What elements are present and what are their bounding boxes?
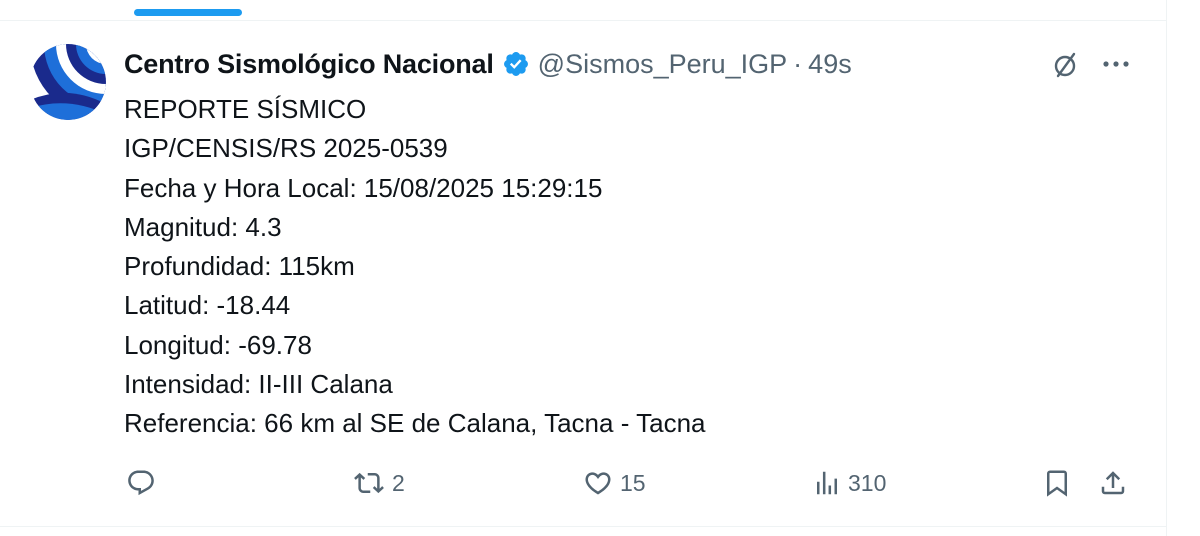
reply-button[interactable] — [126, 468, 162, 498]
share-icon — [1101, 471, 1125, 495]
divider-right — [1166, 0, 1167, 536]
bookmark-button[interactable] — [1042, 468, 1072, 498]
divider-top — [0, 20, 1166, 21]
report-magnitude: Magnitud: 4.3 — [124, 211, 282, 242]
report-title: REPORTE SÍSMICO — [124, 94, 367, 124]
heart-icon — [585, 472, 611, 495]
tweet-actions: 2 15 310 — [0, 466, 1166, 502]
grok-icon[interactable] — [1050, 50, 1080, 85]
retweet-count: 2 — [392, 469, 405, 496]
tweet-text: REPORTE SÍSMICO IGP/CENSIS/RS 2025-0539 … — [124, 90, 1124, 444]
separator-dot: · — [793, 48, 803, 79]
avatar[interactable] — [30, 44, 106, 120]
display-name[interactable]: Centro Sismológico Nacional — [124, 49, 494, 80]
verified-badge-icon — [502, 50, 530, 78]
timestamp[interactable]: 49s — [808, 49, 852, 80]
reply-icon — [128, 470, 154, 496]
report-intensity: Intensidad: II-III Calana — [124, 369, 393, 400]
report-datetime: Fecha y Hora Local: 15/08/2025 15:29:15 — [124, 172, 603, 203]
more-icon[interactable] — [1100, 50, 1132, 85]
igp-logo-icon — [30, 44, 106, 120]
report-longitude: Longitud: -69.78 — [124, 329, 312, 360]
user-handle[interactable]: @Sismos_Peru_IGP — [538, 49, 788, 80]
retweet-button[interactable]: 2 — [352, 468, 405, 498]
report-latitude: Latitud: -18.44 — [124, 290, 291, 321]
retweet-icon — [354, 472, 384, 494]
report-id: IGP/CENSIS/RS 2025-0539 — [124, 133, 448, 164]
report-depth: Profundidad: 115km — [124, 251, 355, 282]
like-button[interactable]: 15 — [582, 468, 646, 498]
views-icon — [817, 471, 837, 495]
views-button[interactable]: 310 — [812, 468, 886, 498]
like-count: 15 — [620, 469, 646, 496]
active-tab-indicator — [134, 9, 242, 16]
bookmark-icon — [1047, 470, 1067, 497]
report-reference: Referencia: 66 km al SE de Calana, Tacna… — [124, 408, 706, 439]
views-count: 310 — [848, 469, 887, 496]
divider-bottom — [0, 526, 1166, 527]
share-button[interactable] — [1098, 468, 1128, 498]
tweet-header: Centro Sismológico Nacional @Sismos_Peru… — [124, 46, 852, 82]
